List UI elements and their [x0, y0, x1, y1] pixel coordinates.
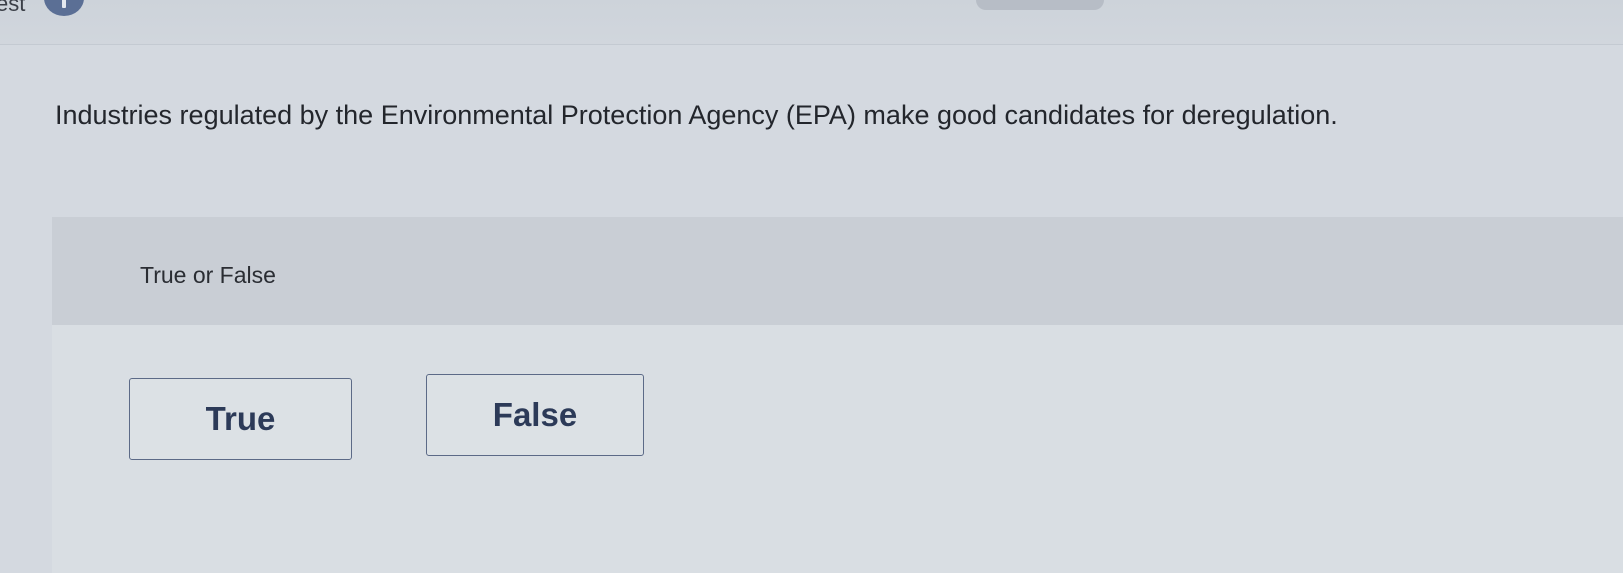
- true-choice-button[interactable]: True: [129, 378, 352, 460]
- answer-type-label: True or False: [140, 262, 276, 288]
- top-tab[interactable]: [976, 0, 1104, 10]
- info-icon[interactable]: [44, 0, 84, 16]
- answer-type-header: True or False: [52, 217, 1623, 325]
- header-partial-text: est: [0, 0, 26, 16]
- true-choice-label: True: [205, 400, 276, 437]
- false-choice-button[interactable]: False: [426, 374, 644, 456]
- false-choice-label: False: [492, 396, 578, 433]
- question-prompt: Industries regulated by the Environmenta…: [55, 100, 1338, 130]
- top-bar: est: [0, 0, 1623, 45]
- answer-panel: True or False True False: [52, 217, 1623, 573]
